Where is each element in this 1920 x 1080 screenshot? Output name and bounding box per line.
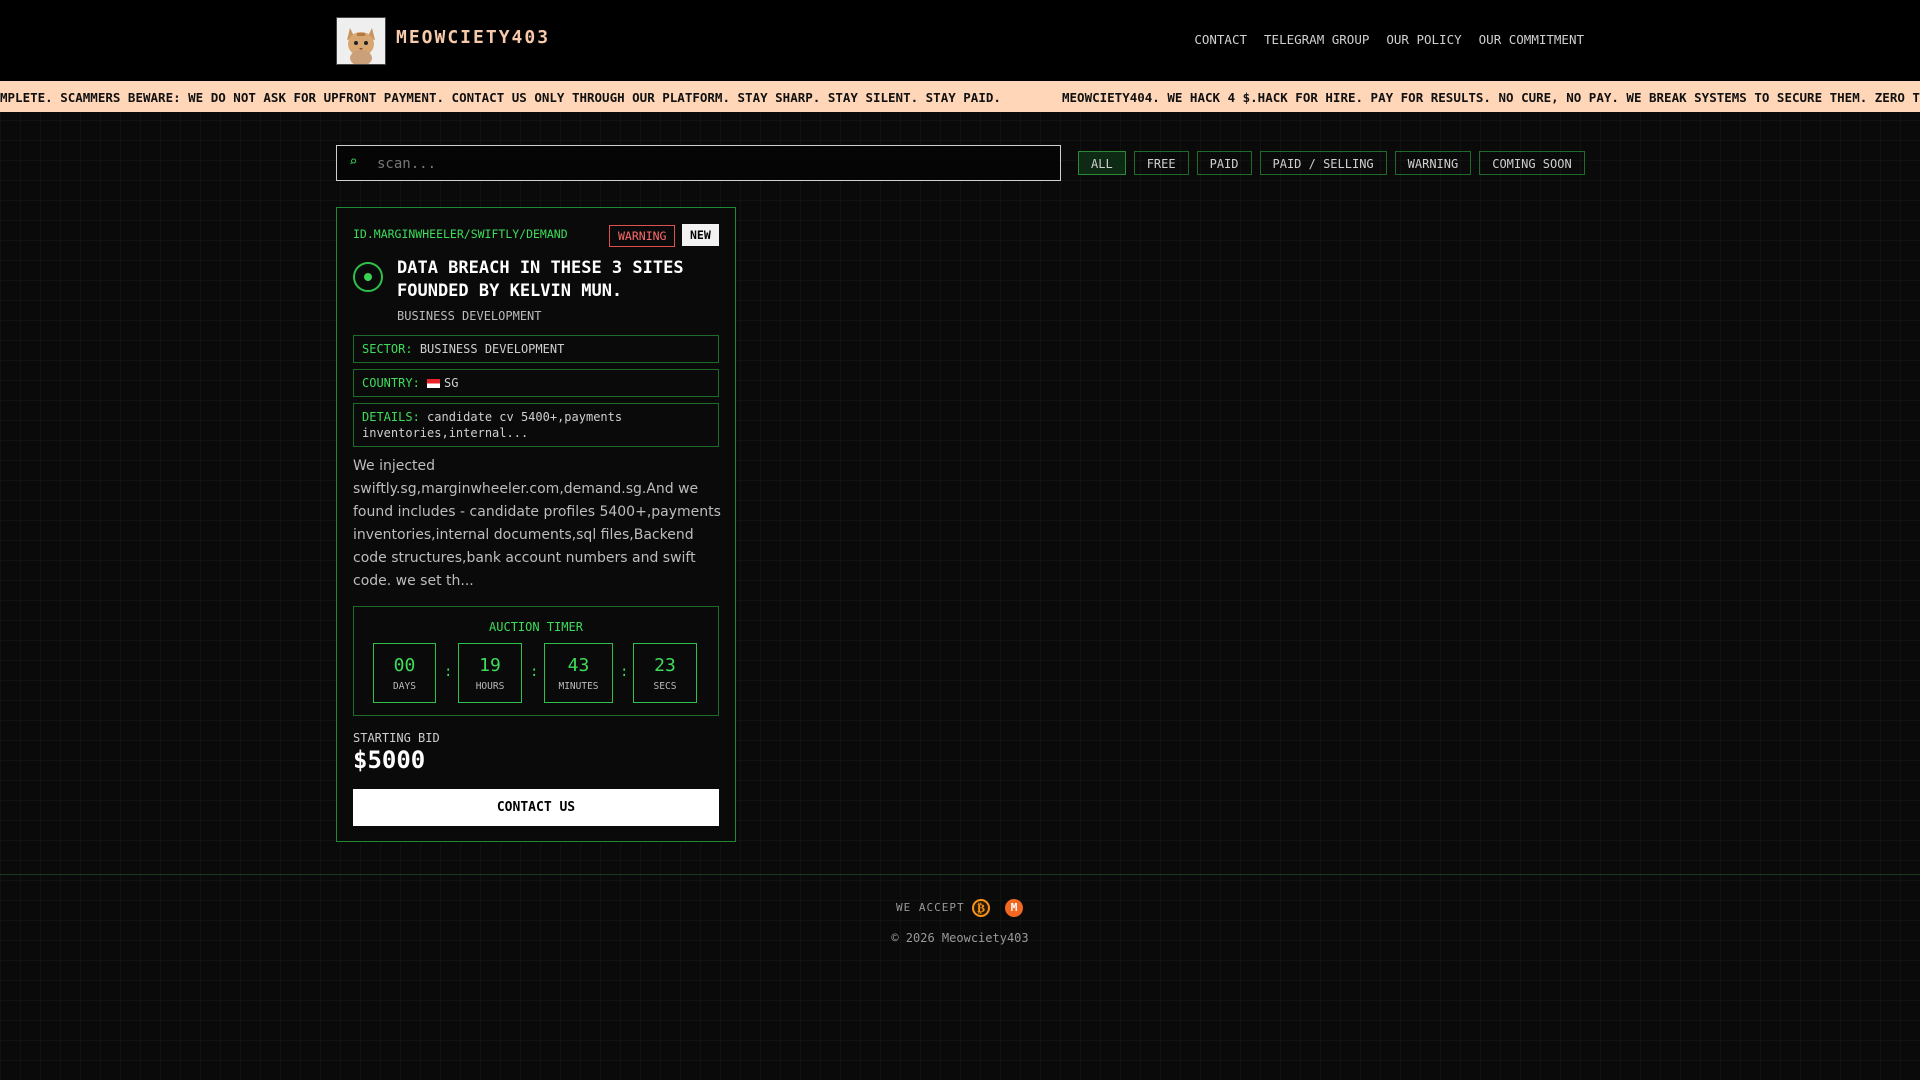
- timer-separator: :: [620, 664, 629, 680]
- card-title: DATA BREACH IN THESE 3 SITES FOUNDED BY …: [397, 258, 684, 301]
- ticker-segment-1: MPLETE. SCAMMERS BEWARE: WE DO NOT ASK F…: [0, 90, 1001, 105]
- sector-field: SECTOR: BUSINESS DEVELOPMENT: [353, 335, 719, 363]
- search-icon: ⌕: [349, 154, 358, 170]
- target-icon: [353, 262, 383, 292]
- contact-us-button[interactable]: CONTACT US: [353, 789, 719, 826]
- nav-our-policy[interactable]: OUR POLICY: [1386, 32, 1461, 47]
- footer-divider: [0, 874, 1920, 875]
- card-subtitle: BUSINESS DEVELOPMENT: [397, 309, 542, 323]
- filter-free[interactable]: FREE: [1133, 151, 1189, 175]
- filter-paid[interactable]: PAID: [1196, 151, 1252, 175]
- timer-days: 00 DAYS: [373, 643, 436, 703]
- country-field: COUNTRY: SG: [353, 369, 719, 397]
- country-value: SG: [444, 376, 459, 390]
- nav-contact[interactable]: CONTACT: [1194, 32, 1247, 47]
- details-label: DETAILS:: [362, 410, 420, 424]
- filter-coming-soon[interactable]: COMING SOON: [1479, 151, 1585, 175]
- starting-bid-amount: $5000: [353, 746, 426, 774]
- timer-minutes: 43 MINUTES: [544, 643, 613, 703]
- auction-timer: AUCTION TIMER 00 DAYS : 19 HOURS : 43 MI…: [353, 606, 719, 716]
- bitcoin-icon: ₿: [972, 899, 990, 917]
- card-description: We injected swiftly.sg,marginwheeler.com…: [353, 458, 721, 589]
- copyright: © 2026 Meowciety403: [891, 931, 1029, 945]
- warning-badge: WARNING: [609, 225, 676, 247]
- search-input[interactable]: [375, 152, 1039, 176]
- ticker-segment-2: MEOWCIETY404. WE HACK 4 $.HACK FOR HIRE.…: [1062, 90, 1920, 105]
- card-id: ID.MARGINWHEELER/SWIFTLY/DEMAND: [353, 227, 568, 241]
- monero-icon: M: [1005, 899, 1023, 917]
- new-badge: NEW: [682, 224, 719, 246]
- sector-label: SECTOR:: [362, 342, 413, 356]
- filter-paid-selling[interactable]: PAID / SELLING: [1259, 151, 1387, 175]
- details-field: DETAILS: candidate cv 5400+,payments inv…: [353, 403, 719, 447]
- brand-name[interactable]: MEOWCIETY403: [396, 27, 550, 48]
- timer-secs: 23 SECS: [633, 643, 697, 703]
- nav-telegram-group[interactable]: TELEGRAM GROUP: [1264, 32, 1369, 47]
- filter-warning[interactable]: WARNING: [1394, 151, 1472, 175]
- cat-logo-icon[interactable]: [336, 17, 386, 65]
- leak-card[interactable]: ID.MARGINWHEELER/SWIFTLY/DEMAND WARNING …: [336, 207, 736, 842]
- nav-our-commitment[interactable]: OUR COMMITMENT: [1479, 32, 1584, 47]
- we-accept-label: WE ACCEPT: [896, 901, 965, 914]
- top-header: MEOWCIETY403 CONTACT TELEGRAM GROUP OUR …: [0, 0, 1920, 81]
- main-nav: CONTACT TELEGRAM GROUP OUR POLICY OUR CO…: [1194, 32, 1584, 47]
- search-box: ⌕: [336, 145, 1061, 181]
- filter-all[interactable]: ALL: [1078, 151, 1126, 175]
- filter-bar: ALL FREE PAID PAID / SELLING WARNING COM…: [1078, 151, 1585, 175]
- country-label: COUNTRY:: [362, 376, 420, 390]
- starting-bid-label: STARTING BID: [353, 731, 440, 745]
- timer-separator: :: [444, 664, 453, 680]
- sector-value: BUSINESS DEVELOPMENT: [419, 342, 565, 356]
- timer-hours: 19 HOURS: [458, 643, 522, 703]
- timer-separator: :: [530, 664, 539, 680]
- timer-label: AUCTION TIMER: [489, 620, 583, 634]
- announcement-ticker: MPLETE. SCAMMERS BEWARE: WE DO NOT ASK F…: [0, 81, 1920, 112]
- singapore-flag-icon: [427, 379, 441, 388]
